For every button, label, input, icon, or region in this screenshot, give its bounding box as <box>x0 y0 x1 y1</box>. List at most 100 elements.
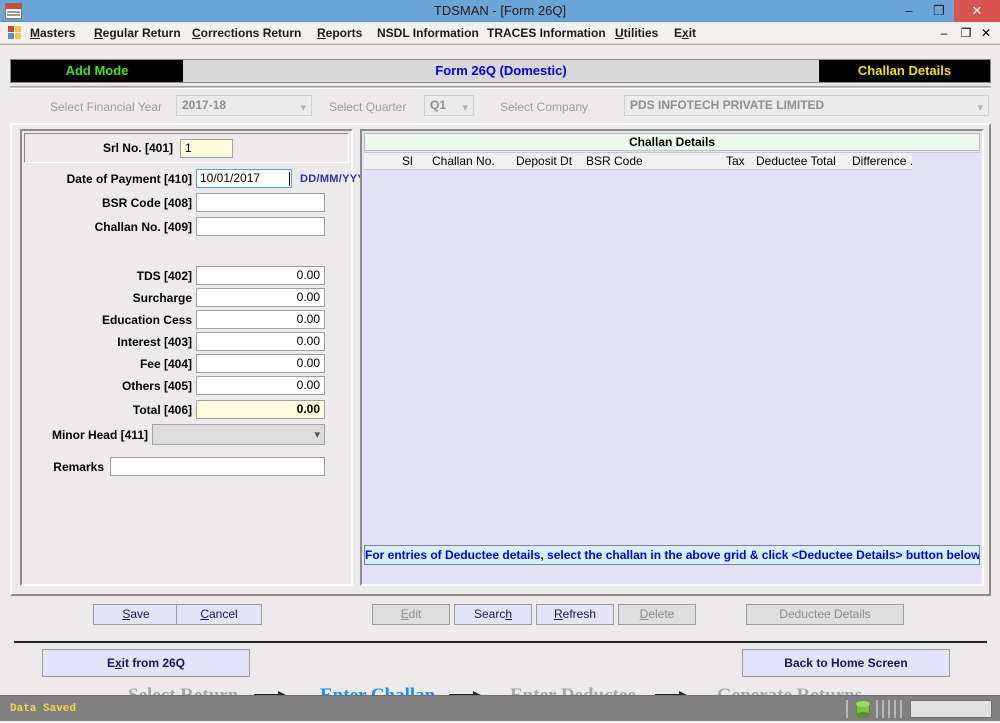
challan-no-label: Challan No. [409] <box>94 220 192 234</box>
status-stripe <box>894 700 896 718</box>
company-select[interactable]: PDS INFOTECH PRIVATE LIMITED ▾ <box>624 95 989 116</box>
menu-item-traces-information[interactable]: TRACES Information <box>485 22 608 44</box>
status-progress-bar <box>910 700 992 718</box>
mode-banner: Add Mode Form 26Q (Domestic) Challan Det… <box>10 59 991 83</box>
grid-instruction-note: For entries of Deductee details, select … <box>364 545 980 565</box>
save-button[interactable]: Save <box>93 604 179 625</box>
grid-column-headers: Sl Challan No. Deposit Dt BSR Code Tax D… <box>364 152 980 170</box>
others-input[interactable]: 0.00 <box>196 376 325 395</box>
deductee-details-button[interactable]: Deductee Details <box>746 604 904 625</box>
srl-no-input[interactable]: 1 <box>180 139 233 158</box>
column-header-sl[interactable]: Sl <box>402 153 413 170</box>
minor-head-label: Minor Head [411] <box>51 428 148 442</box>
status-stripe <box>888 700 890 718</box>
edit-button[interactable]: Edit <box>372 604 450 625</box>
cancel-button[interactable]: Cancel <box>176 604 262 625</box>
window-title-bar: TDSMAN - [Form 26Q] – ❐ ✕ <box>0 0 1000 22</box>
menu-item-regular-return[interactable]: Regular Return <box>92 22 183 44</box>
column-header-difference[interactable]: Difference . <box>852 153 913 170</box>
quarter-label: Select Quarter <box>329 100 407 114</box>
tds-input[interactable]: 0.00 <box>196 266 325 285</box>
banner-divider <box>10 86 991 89</box>
company-label: Select Company <box>500 100 589 114</box>
remarks-input[interactable] <box>110 457 325 476</box>
chevron-down-icon: ▾ <box>314 429 320 441</box>
menu-bar: Masters Regular Return Corrections Retur… <box>0 22 1000 44</box>
refresh-button[interactable]: Refresh <box>536 604 614 625</box>
menu-item-nsdl-information[interactable]: NSDL Information <box>375 22 481 44</box>
surcharge-input[interactable]: 0.00 <box>196 288 325 307</box>
chevron-down-icon: ▾ <box>300 102 306 114</box>
surcharge-label: Surcharge <box>132 291 192 305</box>
column-header-filler <box>912 153 980 170</box>
menu-item-utilities[interactable]: Utilities <box>613 22 660 44</box>
mdi-close-button[interactable]: ✕ <box>978 24 994 42</box>
main-content-container: Srl No. [401] 1 Date of Payment [410] 10… <box>10 123 991 596</box>
minimize-button[interactable]: – <box>894 0 924 22</box>
financial-year-label: Select Financial Year <box>50 100 163 114</box>
delete-button[interactable]: Delete <box>618 604 696 625</box>
mdi-restore-button[interactable]: ❐ <box>958 24 974 42</box>
menu-item-reports[interactable]: Reports <box>315 22 364 44</box>
search-button[interactable]: Search <box>454 604 532 625</box>
exit-from-26q-button[interactable]: Exit from 26Q <box>42 649 250 677</box>
status-stripe <box>876 700 878 718</box>
date-of-payment-label: Date of Payment [410] <box>66 172 192 186</box>
total-label: Total [406] <box>132 403 192 417</box>
close-button[interactable]: ✕ <box>954 0 1000 22</box>
navigation-button-bar: Exit from 26Q Back to Home Screen <box>10 646 991 682</box>
mode-indicator: Add Mode <box>11 60 183 82</box>
financial-year-select[interactable]: 2017-18 ▾ <box>176 95 312 116</box>
financial-year-value: 2017-18 <box>182 98 227 112</box>
tdsman-menu-icon <box>8 26 22 40</box>
others-label: Others [405] <box>121 379 192 393</box>
date-of-payment-input[interactable]: 10/01/2017 <box>196 169 292 188</box>
education-cess-label: Education Cess <box>101 313 192 327</box>
chevron-down-icon: ▾ <box>462 102 468 114</box>
fee-label: Fee [404] <box>139 357 192 371</box>
action-button-bar: Save Cancel Edit Search Refresh Delete D… <box>10 601 991 637</box>
column-header-deductee-total[interactable]: Deductee Total <box>756 153 836 170</box>
column-header-deposit-dt[interactable]: Deposit Dt <box>516 153 572 170</box>
company-value: PDS INFOTECH PRIVATE LIMITED <box>630 98 825 112</box>
grid-rows-area[interactable] <box>364 170 980 545</box>
section-divider <box>14 641 987 643</box>
challan-entry-form: Srl No. [401] 1 Date of Payment [410] 10… <box>20 129 372 586</box>
chevron-down-icon: ▾ <box>977 102 983 114</box>
section-indicator: Challan Details <box>819 60 990 82</box>
column-header-bsr-code[interactable]: BSR Code <box>586 153 643 170</box>
maximize-button[interactable]: ❐ <box>924 0 954 22</box>
grid-title: Challan Details <box>364 133 980 151</box>
challan-no-input[interactable] <box>196 217 325 236</box>
status-message: Data Saved <box>10 703 77 715</box>
form-title: Form 26Q (Domestic) <box>183 60 819 82</box>
serial-number-group: Srl No. [401] 1 <box>24 133 349 163</box>
menu-item-exit[interactable]: Exit <box>672 22 698 44</box>
tds-label: TDS [402] <box>136 269 192 283</box>
selector-row: Select Financial Year 2017-18 ▾ Select Q… <box>10 93 991 121</box>
form-workspace: Add Mode Form 26Q (Domestic) Challan Det… <box>0 44 1000 706</box>
status-divider <box>846 700 848 718</box>
bsr-code-input[interactable] <box>196 193 325 212</box>
quarter-select[interactable]: Q1 ▾ <box>424 95 474 116</box>
total-input: 0.00 <box>196 400 325 419</box>
status-bar: Data Saved <box>0 695 1000 721</box>
fee-input[interactable]: 0.00 <box>196 354 325 373</box>
remarks-label: Remarks <box>53 460 104 474</box>
menu-item-masters[interactable]: Masters <box>28 22 77 44</box>
challan-details-grid-panel: Challan Details Sl Challan No. Deposit D… <box>360 129 984 586</box>
status-stripe <box>900 700 902 718</box>
quarter-value: Q1 <box>430 98 447 112</box>
interest-label: Interest [403] <box>117 335 192 349</box>
column-header-challan-no[interactable]: Challan No. <box>432 153 495 170</box>
column-header-tax[interactable]: Tax <box>726 153 745 170</box>
interest-input[interactable]: 0.00 <box>196 332 325 351</box>
text-caret <box>289 172 290 186</box>
menu-item-corrections-return[interactable]: Corrections Return <box>190 22 303 44</box>
minor-head-select[interactable]: ▾ <box>152 424 325 445</box>
mdi-minimize-button[interactable]: – <box>936 24 952 42</box>
education-cess-input[interactable]: 0.00 <box>196 310 325 329</box>
database-icon <box>856 701 870 718</box>
srl-no-label: Srl No. [401] <box>102 141 173 155</box>
back-to-home-screen-button[interactable]: Back to Home Screen <box>742 649 950 677</box>
